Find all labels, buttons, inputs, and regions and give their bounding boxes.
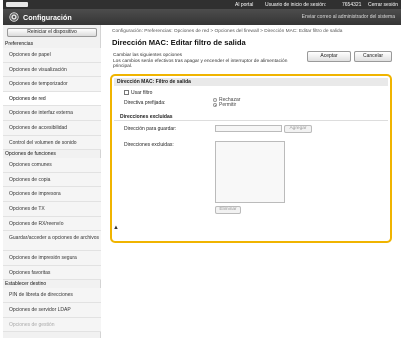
sidebar-item[interactable]: Opciones de papel xyxy=(3,48,101,63)
sidebar-item[interactable]: Control del volumen de sonido xyxy=(3,135,101,151)
app-title: Configuración xyxy=(23,12,72,22)
sidebar-item[interactable]: Opciones de visualización xyxy=(3,62,101,78)
login-user-label: Usuario de inicio de sesión: xyxy=(265,1,327,8)
cancel-button[interactable]: Cancelar xyxy=(354,51,392,62)
excluded-addresses-label: Direcciones excluidas: xyxy=(124,142,174,148)
sidebar-section-heading: Preferencias xyxy=(5,41,34,47)
panel-header: Dirección MAC: Filtro de salida xyxy=(114,78,388,86)
mail-admin-link[interactable]: Enviar correo al administrador del siste… xyxy=(302,14,395,20)
logout-link[interactable]: Cerrar sesión xyxy=(368,2,398,8)
ok-button[interactable]: Aceptar xyxy=(307,51,351,62)
sidebar-section-heading: Establecer destino xyxy=(5,281,47,288)
sidebar-item[interactable]: Opciones de gestión xyxy=(3,317,101,333)
sidebar-item[interactable]: Opciones favoritas xyxy=(3,265,101,281)
scroll-to-top-link[interactable]: ▲ xyxy=(113,225,119,231)
use-filter-checkbox[interactable] xyxy=(124,90,129,95)
excluded-addresses-list[interactable] xyxy=(215,141,285,203)
permit-radio[interactable] xyxy=(213,103,217,107)
sidebar-item[interactable]: Opciones de temporizador xyxy=(3,77,101,92)
permit-radio-label: Permitir xyxy=(219,102,237,108)
reset-device-button[interactable]: Reiniciar el dispositivo xyxy=(7,28,97,37)
sidebar-item[interactable]: Opciones de impresora xyxy=(3,187,101,202)
page-title: Dirección MAC: Editar filtro de salida xyxy=(112,38,246,47)
sidebar-item[interactable]: Opciones de copia xyxy=(3,172,101,188)
sidebar-item[interactable]: Opciones de RX/reenvío xyxy=(3,216,101,232)
address-input[interactable] xyxy=(215,125,282,132)
notice-line-2: Los cambios serán efectivos tras apagar … xyxy=(113,58,288,70)
brand-logo xyxy=(6,2,28,7)
sidebar-menu: Preferencias Opciones de papel Opciones de… xyxy=(3,40,101,333)
sidebar-item[interactable]: PIN de libreta de direcciones xyxy=(3,288,101,303)
sidebar-item[interactable]: Guardar/acceder a opciones de archivos xyxy=(3,231,101,252)
reject-radio[interactable] xyxy=(213,98,217,102)
sidebar-item[interactable]: Opciones de interfaz externa xyxy=(3,106,101,121)
sidebar: Reiniciar el dispositivo Preferencias Opc… xyxy=(3,25,101,338)
sidebar-item[interactable]: Opciones de TX xyxy=(3,201,101,217)
sidebar-item[interactable]: Opciones de accesibilidad xyxy=(3,120,101,136)
settings-window: Al portal Usuario de inicio de sesión: 7… xyxy=(0,0,404,338)
top-status-bar: Al portal Usuario de inicio de sesión: 7… xyxy=(3,0,401,9)
app-header: Configuración Enviar correo al administr… xyxy=(3,9,401,25)
sidebar-section-heading: Opciones de funciones xyxy=(5,151,56,158)
gear-icon xyxy=(9,12,19,22)
sidebar-item[interactable]: Opciones comunes xyxy=(3,158,101,173)
address-to-register-label: Dirección para guardar: xyxy=(124,126,177,132)
delete-button[interactable]: Eliminar xyxy=(215,206,241,214)
breadcrumb: Configuración: Preferencias: Opciones de… xyxy=(112,29,343,34)
notice-text: Cambiar las siguientes opciones Los camb… xyxy=(113,53,303,70)
sidebar-item[interactable]: Opciones de impresión segura xyxy=(3,251,101,266)
main-content: Configuración: Preferencias: Opciones de… xyxy=(107,25,399,338)
login-user-value: 7654321 xyxy=(342,1,362,8)
use-filter-label: Usar filtro xyxy=(131,89,153,96)
excluded-addresses-header: Direcciones excluidas xyxy=(114,114,388,121)
add-button[interactable]: Agregar xyxy=(284,125,312,133)
sidebar-item[interactable]: Opciones de red xyxy=(3,91,101,107)
portal-link[interactable]: Al portal xyxy=(235,2,253,8)
default-policy-label: Directiva prefijada: xyxy=(124,100,166,106)
sidebar-item[interactable]: Opciones de servidor LDAP xyxy=(3,302,101,318)
mac-filter-panel: Dirección MAC: Filtro de salida Usar fil… xyxy=(110,74,392,243)
